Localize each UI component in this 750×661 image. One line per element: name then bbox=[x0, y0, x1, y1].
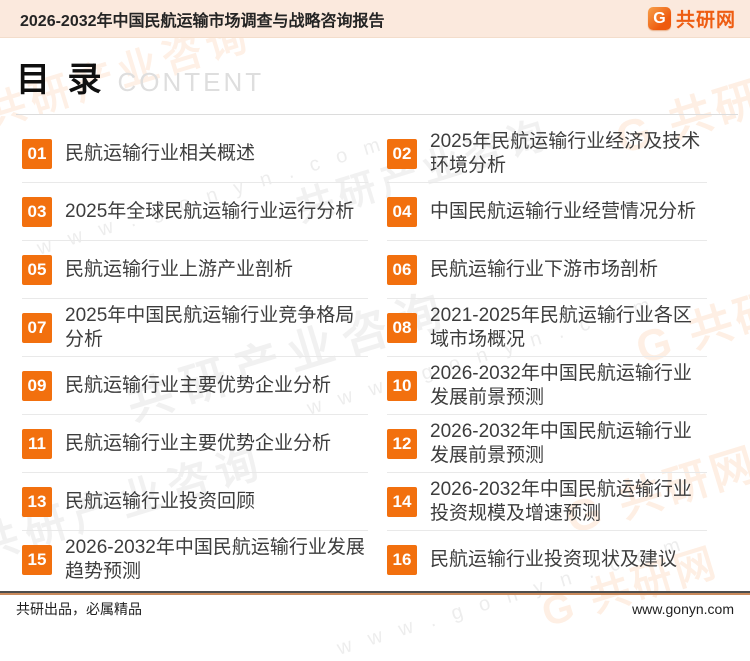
report-title: 2026-2032年中国民航运输市场调查与战略咨询报告 bbox=[20, 7, 385, 31]
toc-item-number-badge: 09 bbox=[22, 371, 52, 401]
toc-item: 01 民航运输行业相关概述 bbox=[22, 125, 368, 183]
toc-item-title: 民航运输行业投资回顾 bbox=[65, 490, 255, 514]
toc-item: 04 中国民航运输行业经营情况分析 bbox=[387, 183, 707, 241]
toc-column-left: 01 民航运输行业相关概述 03 2025年全球民航运输行业运行分析 05 民航运输行业上… bbox=[22, 125, 368, 589]
toc-item-number-badge: 07 bbox=[22, 313, 52, 343]
brand-name: 共研网 bbox=[676, 5, 736, 32]
report-header-bar: 2026-2032年中国民航运输市场调查与战略咨询报告 G 共研网 bbox=[0, 0, 750, 38]
toc-heading: 目 录 CONTENT bbox=[16, 52, 738, 115]
toc-item-number-badge: 10 bbox=[387, 371, 417, 401]
brand-g-icon: G bbox=[648, 7, 671, 30]
toc-item: 06 民航运输行业下游市场剖析 bbox=[387, 241, 707, 299]
toc-item-number-badge: 13 bbox=[22, 487, 52, 517]
toc-item-number-badge: 16 bbox=[387, 545, 417, 575]
toc-item-number-badge: 05 bbox=[22, 255, 52, 285]
toc-item-number-badge: 04 bbox=[387, 197, 417, 227]
toc-item: 02 2025年民航运输行业经济及技术环境分析 bbox=[387, 125, 707, 183]
brand-logo: G 共研网 bbox=[648, 5, 736, 32]
toc-column-right: 02 2025年民航运输行业经济及技术环境分析 04 中国民航运输行业经营情况分析 06… bbox=[387, 125, 707, 589]
toc-item-number-badge: 12 bbox=[387, 429, 417, 459]
toc-grid: 01 民航运输行业相关概述 03 2025年全球民航运输行业运行分析 05 民航运输行业上… bbox=[22, 125, 750, 589]
toc-item-title: 2026-2032年中国民航运输行业发展前景预测 bbox=[430, 362, 707, 410]
toc-item: 05 民航运输行业上游产业剖析 bbox=[22, 241, 368, 299]
toc-item-title: 中国民航运输行业经营情况分析 bbox=[430, 200, 696, 224]
toc-item-title: 民航运输行业上游产业剖析 bbox=[65, 258, 293, 282]
toc-item-number-badge: 01 bbox=[22, 139, 52, 169]
toc-item-title: 民航运输行业主要优势企业分析 bbox=[65, 374, 331, 398]
toc-item-title: 2025年全球民航运输行业运行分析 bbox=[65, 200, 354, 224]
toc-item-number-badge: 14 bbox=[387, 487, 417, 517]
toc-item: 07 2025年中国民航运输行业竞争格局分析 bbox=[22, 299, 368, 357]
toc-item: 16 民航运输行业投资现状及建议 bbox=[387, 531, 707, 589]
toc-page: 目 录 CONTENT 01 民航运输行业相关概述 03 2025年全球民航运输行业运… bbox=[0, 52, 750, 589]
toc-item: 03 2025年全球民航运输行业运行分析 bbox=[22, 183, 368, 241]
toc-item: 09 民航运输行业主要优势企业分析 bbox=[22, 357, 368, 415]
report-footer-bar: 共研出品，必属精品 www.gonyn.com bbox=[0, 591, 750, 622]
toc-item-title: 2026-2032年中国民航运输行业发展趋势预测 bbox=[65, 536, 365, 584]
toc-item-number-badge: 06 bbox=[387, 255, 417, 285]
toc-item: 10 2026-2032年中国民航运输行业发展前景预测 bbox=[387, 357, 707, 415]
toc-item-number-badge: 03 bbox=[22, 197, 52, 227]
toc-item-title: 民航运输行业投资现状及建议 bbox=[430, 548, 677, 572]
toc-item: 12 2026-2032年中国民航运输行业发展前景预测 bbox=[387, 415, 707, 473]
toc-item-title: 2025年中国民航运输行业竞争格局分析 bbox=[65, 304, 365, 352]
toc-item-number-badge: 08 bbox=[387, 313, 417, 343]
toc-item-number-badge: 02 bbox=[387, 139, 417, 169]
toc-item-title: 2026-2032年中国民航运输行业投资规模及增速预测 bbox=[430, 478, 707, 526]
toc-item-number-badge: 11 bbox=[22, 429, 52, 459]
toc-item-title: 2025年民航运输行业经济及技术环境分析 bbox=[430, 130, 707, 178]
toc-item-number-badge: 15 bbox=[22, 545, 52, 575]
toc-item-title: 民航运输行业下游市场剖析 bbox=[430, 258, 658, 282]
footer-tagline: 共研出品，必属精品 bbox=[16, 599, 142, 619]
toc-item-title: 民航运输行业主要优势企业分析 bbox=[65, 432, 331, 456]
footer-website: www.gonyn.com bbox=[632, 601, 734, 617]
toc-item: 11 民航运输行业主要优势企业分析 bbox=[22, 415, 368, 473]
toc-item-title: 2026-2032年中国民航运输行业发展前景预测 bbox=[430, 420, 707, 468]
toc-item: 13 民航运输行业投资回顾 bbox=[22, 473, 368, 531]
toc-item: 15 2026-2032年中国民航运输行业发展趋势预测 bbox=[22, 531, 368, 589]
toc-item: 14 2026-2032年中国民航运输行业投资规模及增速预测 bbox=[387, 473, 707, 531]
toc-item-title: 2021-2025年民航运输行业各区域市场概况 bbox=[430, 304, 707, 352]
toc-heading-zh: 目 录 bbox=[16, 52, 105, 101]
toc-heading-en: CONTENT bbox=[117, 67, 264, 98]
toc-item-title: 民航运输行业相关概述 bbox=[65, 142, 255, 166]
toc-item: 08 2021-2025年民航运输行业各区域市场概况 bbox=[387, 299, 707, 357]
